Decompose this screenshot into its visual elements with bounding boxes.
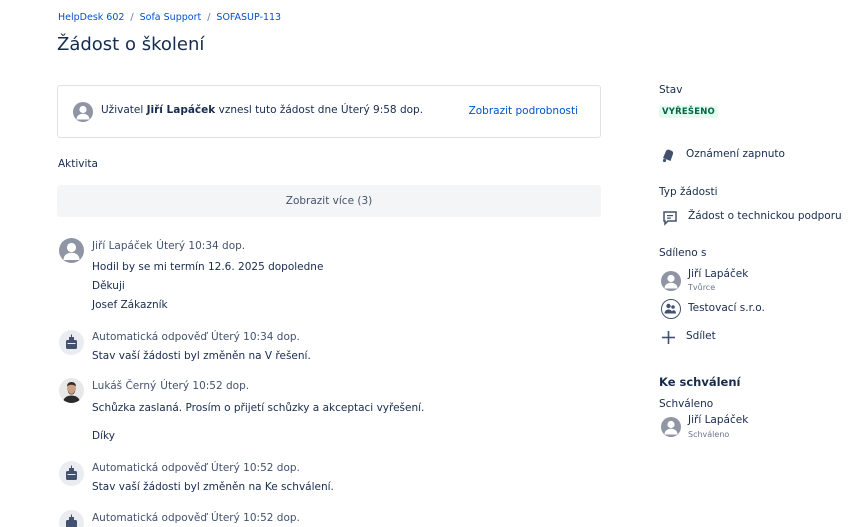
chat-icon — [662, 210, 678, 226]
plus-icon[interactable] — [661, 330, 676, 345]
activity-line: Děkuji — [92, 280, 125, 292]
user-avatar-icon — [73, 102, 93, 122]
activity-author: Automatická odpověď — [92, 331, 208, 343]
activity-line: Stav vaší žádosti byl změněn na V řešení… — [92, 350, 311, 362]
activity-header: Automatická odpověď Úterý 10:52 dop. — [92, 512, 300, 524]
info-suffix: vznesl tuto žádost dne Úterý 9:58 dop. — [218, 104, 424, 116]
activity-label: Aktivita — [58, 158, 98, 170]
status-badge: VYŘEŠENO — [659, 106, 718, 118]
breadcrumb: HelpDesk 602 / Sofa Support / SOFASUP-11… — [58, 12, 281, 23]
shared-org-name: Testovací s.r.o. — [688, 302, 765, 314]
user-avatar-icon — [59, 238, 84, 263]
approved-label: Schváleno — [659, 398, 714, 410]
robot-icon — [59, 461, 84, 486]
request-type-label: Typ žádosti — [659, 186, 718, 198]
show-details-link[interactable]: Zobrazit podrobnosti — [469, 105, 578, 117]
status-label: Stav — [659, 84, 683, 96]
activity-time: Úterý 10:34 dop. — [211, 331, 300, 343]
breadcrumb-separator: / — [130, 12, 134, 23]
activity-time: Úterý 10:52 dop. — [211, 462, 300, 474]
activity-line: Stav vaší žádosti byl změněn na Ke schvá… — [92, 481, 334, 493]
shared-user-name: Jiří Lapáček — [688, 268, 749, 280]
user-avatar-icon — [661, 417, 681, 437]
breadcrumb-separator: / — [207, 12, 211, 23]
request-info-text: Uživatel Jiří Lapáček vznesl tuto žádost… — [101, 104, 423, 116]
activity-line: Hodil by se mi termín 12.6. 2025 dopoled… — [92, 261, 324, 273]
share-button[interactable]: Sdílet — [686, 330, 716, 342]
activity-time: Úterý 10:34 dop. — [156, 240, 246, 252]
breadcrumb-portal-link[interactable]: Sofa Support — [140, 12, 202, 23]
activity-line: Díky — [92, 430, 115, 442]
show-more-button[interactable]: Zobrazit více (3) — [57, 185, 601, 217]
robot-icon — [59, 510, 84, 527]
page-title: Žádost o školení — [57, 34, 205, 55]
info-user-name: Jiří Lapáček — [146, 104, 216, 116]
activity-time: Úterý 10:52 dop. — [160, 380, 250, 392]
activity-author: Lukáš Černý — [92, 380, 157, 392]
breadcrumb-issue-link[interactable]: SOFASUP-113 — [216, 12, 281, 23]
approval-heading: Ke schválení — [659, 375, 741, 389]
activity-header: Jiří Lapáček Úterý 10:34 dop. — [92, 240, 245, 252]
activity-author: Automatická odpověď — [92, 512, 208, 524]
info-prefix: Uživatel — [101, 104, 144, 116]
request-info-box: Uživatel Jiří Lapáček vznesl tuto žádost… — [57, 85, 601, 138]
request-type-value: Žádost o technickou podporu — [688, 210, 842, 222]
shared-label: Sdíleno s — [659, 247, 707, 259]
activity-header: Lukáš Černý Úterý 10:52 dop. — [92, 380, 249, 392]
activity-author: Jiří Lapáček — [92, 240, 153, 252]
breadcrumb-project-link[interactable]: HelpDesk 602 — [58, 12, 124, 23]
profile-photo — [59, 378, 84, 403]
activity-line: Josef Zákazník — [92, 299, 168, 311]
activity-time: Úterý 10:52 dop. — [211, 512, 300, 524]
user-avatar-icon — [661, 271, 681, 291]
organization-icon — [661, 299, 681, 319]
notifications-toggle[interactable]: Oznámení zapnuto — [686, 148, 785, 160]
approver-status: Schváleno — [688, 430, 730, 439]
robot-icon — [59, 330, 84, 355]
activity-header: Automatická odpověď Úterý 10:52 dop. — [92, 462, 300, 474]
activity-header: Automatická odpověď Úterý 10:34 dop. — [92, 331, 300, 343]
shared-user-role: Tvůrce — [688, 283, 716, 292]
activity-line: Schůzka zaslaná. Prosím o přijetí schůzk… — [92, 402, 425, 414]
approver-name: Jiří Lapáček — [688, 414, 749, 426]
activity-author: Automatická odpověď — [92, 462, 208, 474]
notification-bell-icon[interactable] — [660, 147, 678, 163]
